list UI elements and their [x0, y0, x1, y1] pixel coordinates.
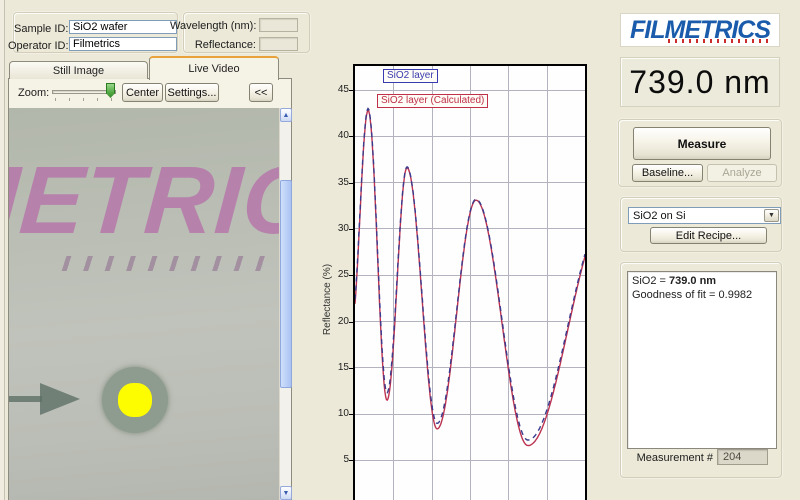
scroll-down-button[interactable]: ▼ [280, 486, 292, 500]
tab-still-image[interactable]: Still Image [9, 61, 148, 79]
results-listbox[interactable]: SiO2 = 739.0 nm Goodness of fit = 0.9982 [627, 271, 777, 449]
recipe-select[interactable]: SiO2 on Si ▼ [628, 207, 781, 224]
video-scrollbar[interactable]: ▲ ▼ [279, 108, 291, 500]
operator-id-label: Operator ID: [8, 40, 67, 52]
tab-live-video[interactable]: Live Video [149, 56, 279, 80]
sample-id-input[interactable] [69, 20, 177, 34]
y-tick-label: 35 [331, 177, 349, 188]
thickness-reading: 739.0 nm [629, 64, 770, 101]
measurement-number-field: 204 [717, 449, 768, 465]
zoom-slider-ticks [55, 98, 115, 101]
measurement-spot-ring [102, 367, 168, 433]
result-line-gof: Goodness of fit = 0.9982 [632, 288, 772, 302]
reflectance-label: Reflectance: [190, 39, 256, 51]
edit-recipe-button[interactable]: Edit Recipe... [650, 227, 767, 244]
measure-button[interactable]: Measure [633, 127, 771, 160]
wavelength-field [259, 18, 298, 32]
settings-button[interactable]: Settings... [165, 83, 219, 102]
center-button[interactable]: Center [122, 83, 163, 102]
reflectance-field [259, 37, 298, 51]
filmetrics-logo: FILMETRICS [620, 13, 780, 47]
y-tick-label: 20 [331, 316, 349, 327]
y-tick-label: 15 [331, 362, 349, 373]
curve-calculated [355, 110, 585, 445]
tab-still-image-label: Still Image [53, 65, 104, 77]
analyze-button[interactable]: Analyze [707, 164, 777, 182]
wafer-ruler-ticks [62, 256, 279, 271]
y-tick-label: 10 [331, 408, 349, 419]
y-tick-label: 40 [331, 130, 349, 141]
zoom-label: Zoom: [18, 87, 49, 99]
thickness-reading-box: 739.0 nm [620, 57, 780, 107]
scrollbar-thumb[interactable] [280, 180, 292, 388]
y-axis-title: Reflectance (%) [322, 227, 333, 372]
reflectance-chart-plot: SiO2 layer SiO2 layer (Calculated) [353, 64, 587, 500]
tab-live-video-label: Live Video [188, 63, 239, 75]
sample-id-label: Sample ID: [14, 23, 67, 35]
chevron-down-icon[interactable]: ▼ [764, 209, 779, 222]
legend-calculated: SiO2 layer (Calculated) [377, 94, 488, 108]
spectrum-curves [355, 66, 585, 500]
operator-id-input[interactable] [69, 37, 177, 51]
baseline-button[interactable]: Baseline... [632, 164, 703, 182]
y-tick-label: 25 [331, 269, 349, 280]
application-window: Sample ID: Operator ID: Wavelength (nm):… [0, 0, 800, 500]
window-left-edge [0, 0, 5, 500]
measurement-number-label: Measurement # [633, 452, 713, 464]
result-thickness-value: 739.0 nm [669, 275, 716, 287]
legend-measured: SiO2 layer [383, 69, 438, 83]
live-video-viewport[interactable]: METRIC [9, 108, 279, 500]
measurement-spot [118, 383, 152, 417]
y-tick-label: 45 [331, 84, 349, 95]
y-tick-label: 5 [331, 454, 349, 465]
scroll-up-button[interactable]: ▲ [280, 108, 292, 122]
recipe-selected-value: SiO2 on Si [633, 210, 686, 222]
y-tick-label: 30 [331, 223, 349, 234]
collapse-panel-button[interactable]: << [249, 83, 273, 102]
logo-tickmarks [668, 39, 772, 43]
pointer-arrow-icon [40, 383, 80, 415]
wafer-logo-text: METRIC [9, 153, 279, 249]
wavelength-label: Wavelength (nm): [170, 20, 256, 32]
pointer-arrow-shaft [9, 396, 42, 402]
result-line-thickness: SiO2 = 739.0 nm [632, 274, 772, 288]
